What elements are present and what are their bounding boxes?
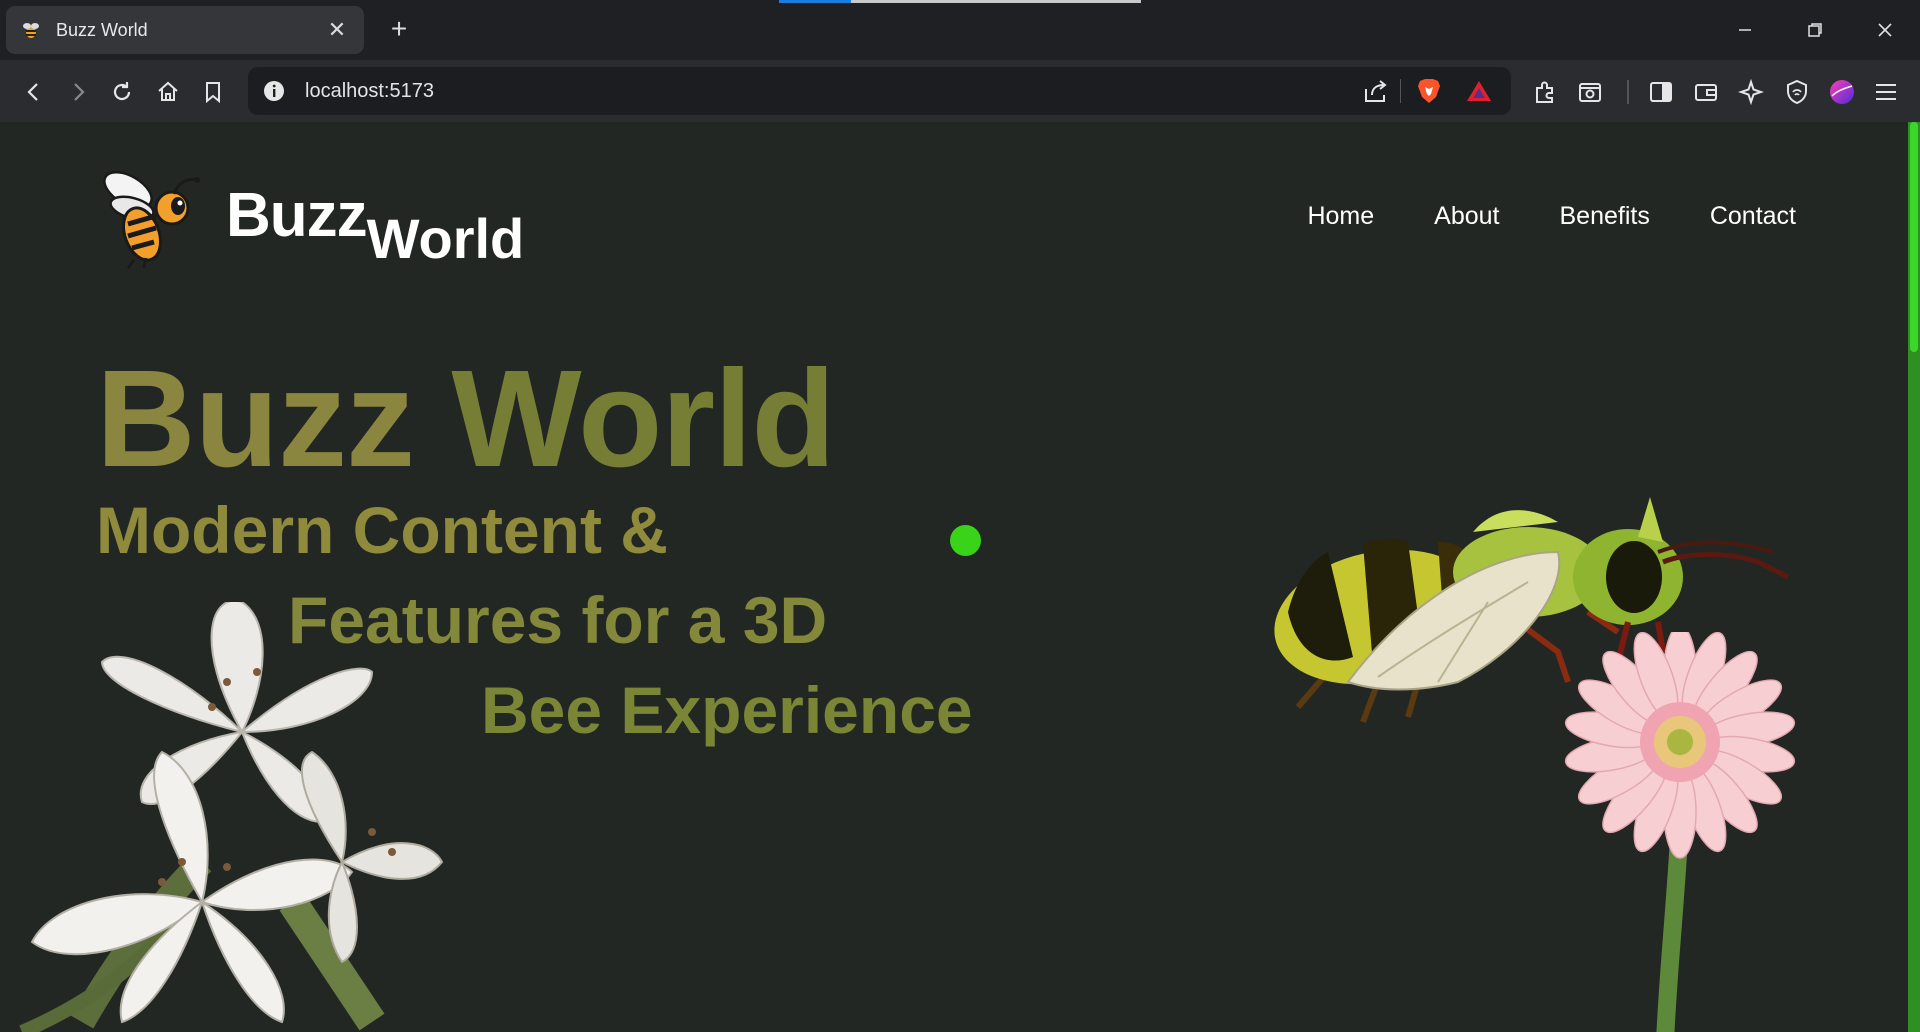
vpn-icon[interactable] (1781, 76, 1813, 108)
extensions-icon[interactable] (1529, 76, 1561, 108)
restore-icon[interactable] (1780, 0, 1850, 60)
divider (1400, 79, 1401, 103)
window-controls (1710, 0, 1920, 60)
nav-home[interactable]: Home (1307, 202, 1374, 231)
scrollbar-thumb[interactable] (1910, 122, 1918, 352)
back-icon[interactable] (18, 76, 50, 108)
bee-favicon (23, 23, 39, 38)
page-scrollbar[interactable] (1908, 122, 1920, 1032)
plus-icon[interactable]: + (384, 14, 414, 44)
bookmark-icon[interactable] (197, 76, 229, 108)
lily-flowers-image (19, 602, 444, 1032)
web-page: BuzzWorld Home About Benefits Contact Bu… (0, 122, 1920, 1032)
nav-contact[interactable]: Contact (1710, 202, 1796, 231)
close-icon[interactable]: ✕ (324, 17, 350, 43)
home-icon[interactable] (152, 76, 184, 108)
hero-title: Buzz World (96, 340, 836, 499)
hero-title-world: World (451, 342, 835, 496)
toolbar-divider (1627, 80, 1629, 104)
hero-title-buzz: Buzz (96, 342, 415, 496)
url-text[interactable]: localhost:5173 (305, 80, 434, 103)
share-icon[interactable] (1362, 77, 1390, 105)
nav-benefits[interactable]: Benefits (1559, 202, 1649, 231)
profile-avatar-icon[interactable] (1826, 76, 1858, 108)
bee-logo-icon[interactable] (98, 162, 204, 270)
main-nav: Home About Benefits Contact (1307, 202, 1796, 231)
brand-world: World (366, 207, 525, 270)
screenshot-icon[interactable] (1574, 76, 1606, 108)
hero-subtitle-line-3: Bee Experience (481, 673, 973, 747)
sidebar-icon[interactable] (1645, 76, 1677, 108)
window-close-icon[interactable] (1850, 0, 1920, 60)
site-brand[interactable]: BuzzWorld (226, 180, 524, 270)
address-bar[interactable]: localhost:5173 (248, 67, 1511, 115)
leo-ai-icon[interactable] (1735, 76, 1767, 108)
brave-rewards-icon[interactable] (1466, 79, 1492, 103)
browser-tab[interactable]: Buzz World ✕ (6, 6, 364, 54)
forward-icon[interactable] (62, 76, 94, 108)
brand-buzz: Buzz (226, 181, 368, 250)
tab-bar: Buzz World ✕ + (0, 0, 1920, 60)
wallet-icon[interactable] (1690, 76, 1722, 108)
reload-icon[interactable] (106, 76, 138, 108)
loading-indicator (779, 0, 1141, 3)
pink-daisy-image (1564, 632, 1796, 1032)
minimize-icon[interactable] (1710, 0, 1780, 60)
info-icon[interactable] (262, 79, 286, 103)
tab-title: Buzz World (56, 19, 148, 40)
menu-icon[interactable] (1870, 76, 1902, 108)
hero-subtitle-line-1: Modern Content & (96, 493, 668, 567)
brave-shields-icon[interactable] (1416, 77, 1442, 105)
nav-about[interactable]: About (1434, 202, 1499, 231)
cursor-dot (950, 525, 981, 556)
